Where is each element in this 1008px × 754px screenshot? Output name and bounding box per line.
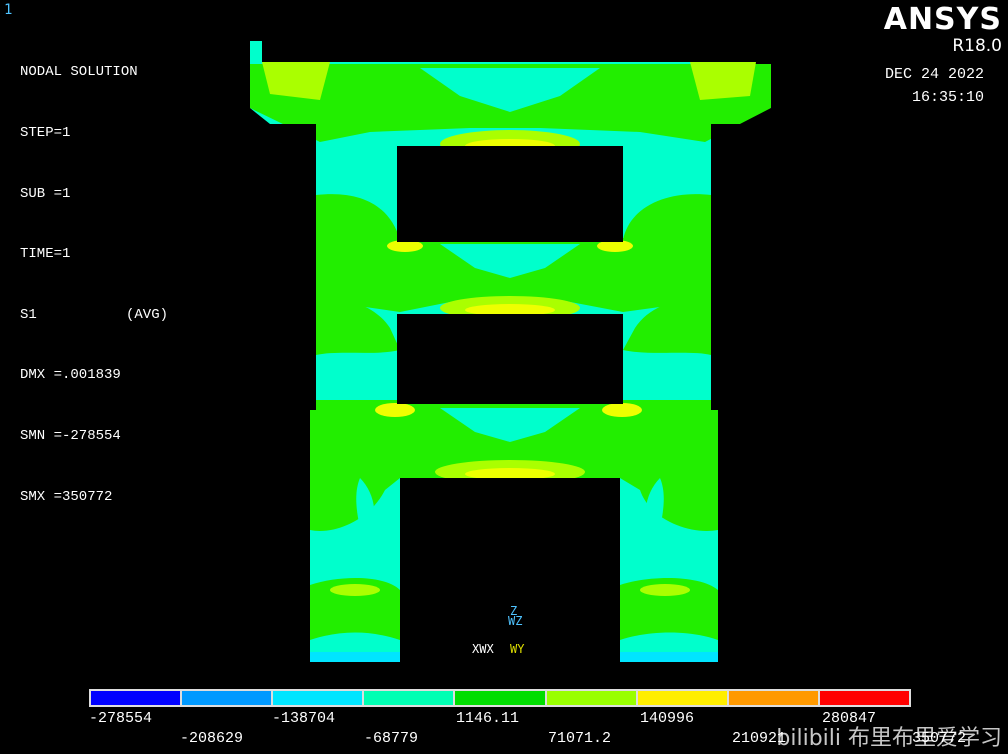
contour-middle-right-hot [597,240,633,252]
contour-legend-bar [89,689,911,707]
legend-segment [364,691,454,705]
contour-left-leg-yellow [330,584,380,596]
legend-segment [91,691,181,705]
contour-lower-left-hot [375,403,415,417]
legend-segment [273,691,363,705]
contour-top-beam-peak [465,139,555,153]
contour-right-foot [620,652,718,662]
legend-segment [455,691,545,705]
triad-wz-label: WZ [508,614,523,628]
frame-contours [250,41,771,662]
legend-segment [182,691,272,705]
legend-segment [728,691,818,705]
legend-label-2: -208629 [180,730,244,747]
legend-segment [637,691,727,705]
contour-middle-left-hot [387,240,423,252]
legend-label-5: 1146.11 [456,710,520,727]
legend-label-3: -138704 [272,710,336,727]
contour-middle-beam-peak [465,304,555,316]
bilibili-watermark: bilibili 布里布里爱学习 [776,726,1002,751]
contour-top-right-edge [690,62,756,100]
contour-left-foot [310,652,400,662]
legend-label-6: 71071.2 [548,730,612,747]
triad-wy-label: WY [510,642,525,656]
contour-lower-beam-peak [465,468,555,480]
coordinate-triad: Z WZ XWX WY [468,604,538,662]
legend-segment [546,691,636,705]
legend-segment [819,691,909,705]
legend-label-4: -68779 [364,730,419,747]
contour-right-leg-yellow [640,584,690,596]
stress-contour-plot[interactable] [0,0,1008,680]
triad-xwx-label: XWX [472,642,494,656]
legend-label-1: -278554 [89,710,153,727]
legend-label-7: 140996 [640,710,695,727]
contour-lower-right-hot [602,403,642,417]
